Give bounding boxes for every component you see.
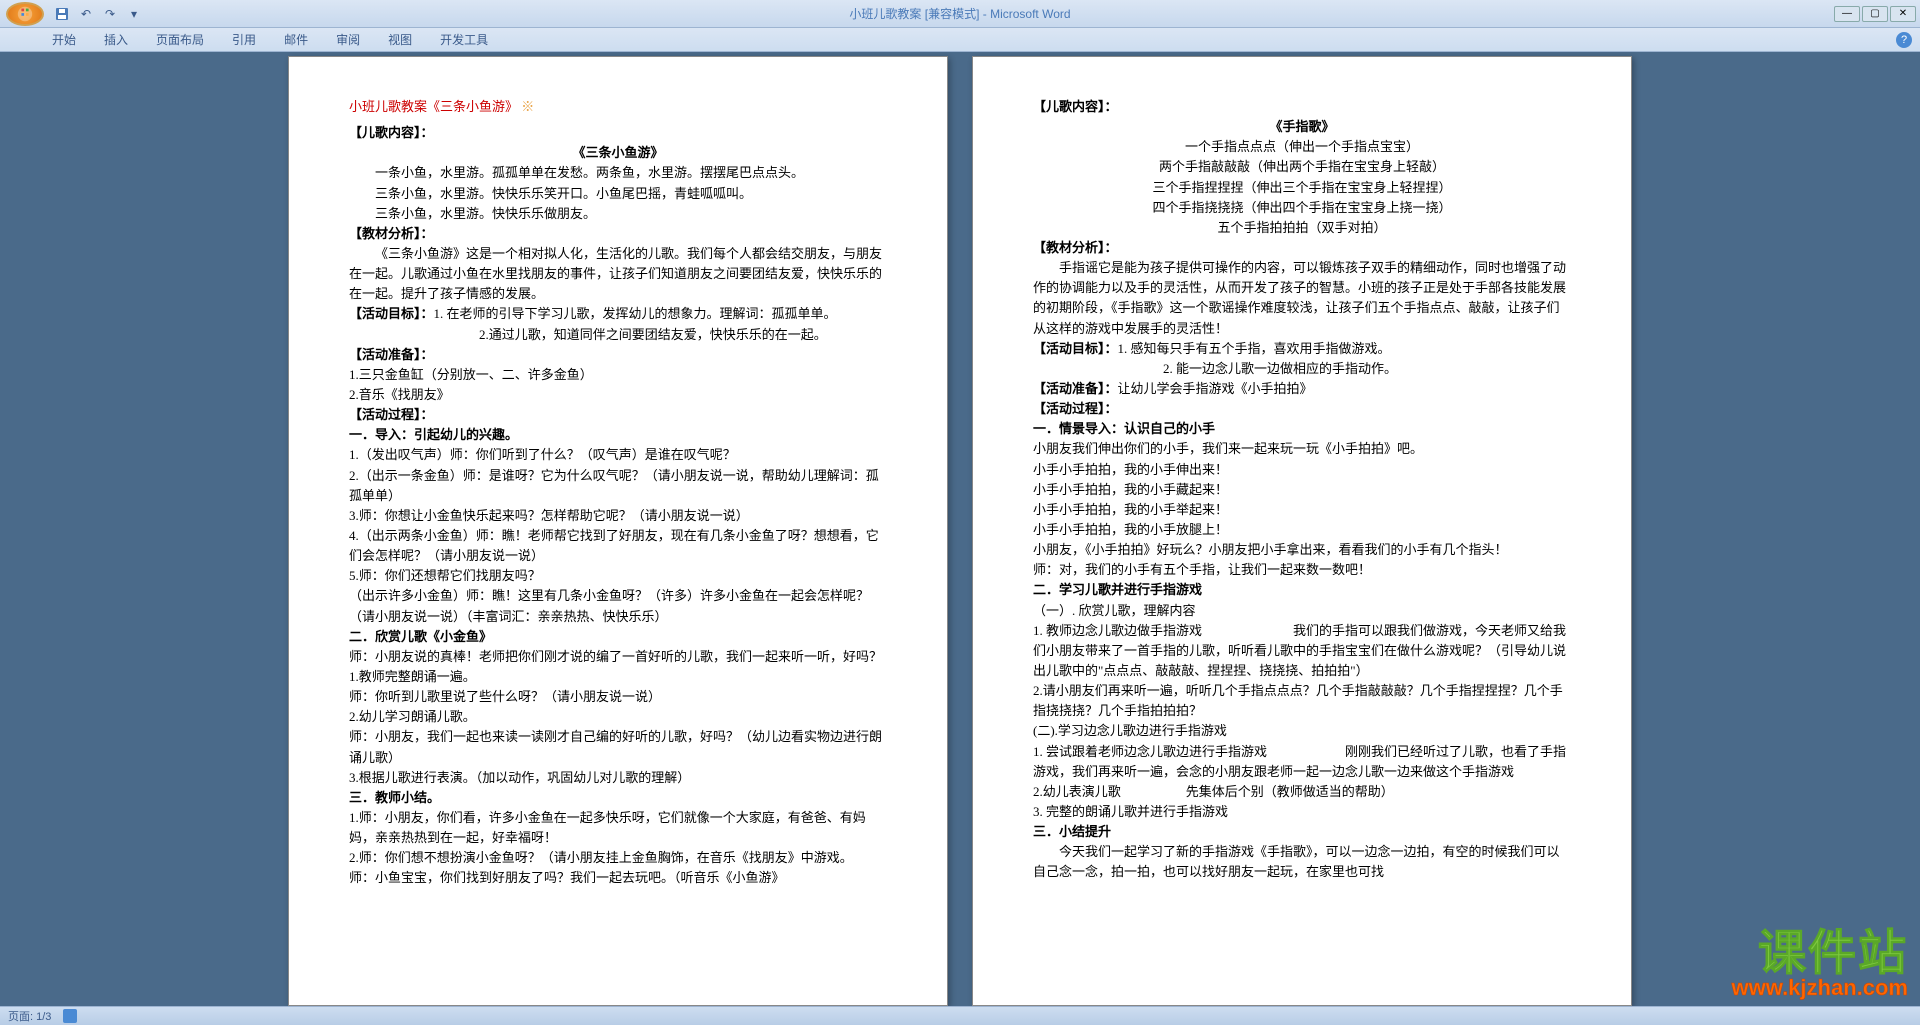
body-text: 3. 完整的朗诵儿歌并进行手指游戏 (1033, 802, 1571, 822)
redo-icon[interactable]: ↷ (102, 6, 118, 22)
body-text: 今天我们一起学习了新的手指游戏《手指歌》，可以一边念一边拍，有空的时候我们可以自… (1033, 842, 1571, 882)
window-title: 小班儿歌教案 [兼容模式] - Microsoft Word (849, 5, 1070, 22)
body-text: （出示许多小金鱼）师：瞧！这里有几条小金鱼呀？（许多）许多小金鱼在一起会怎样呢？… (349, 586, 887, 626)
body-text: 两个手指敲敲敲（伸出两个手指在宝宝身上轻敲） (1033, 157, 1571, 177)
subsection-header: 二．欣赏儿歌《小金鱼》 (349, 627, 887, 647)
tab-review[interactable]: 审阅 (324, 28, 372, 51)
tab-home[interactable]: 开始 (40, 28, 88, 51)
body-text: 小朋友我们伸出你们的小手，我们来一起来玩一玩《小手拍拍》吧。 (1033, 439, 1571, 459)
section-header: 【教材分析】： (349, 224, 887, 244)
body-text: 三条小鱼，水里游。快快乐乐做朋友。 (349, 204, 887, 224)
body-text: 1.三只金鱼缸（分别放一、二、许多金鱼） (349, 365, 887, 385)
save-icon[interactable] (54, 6, 70, 22)
statusbar: 页面: 1/3 (0, 1006, 1920, 1025)
body-text: 五个手指拍拍拍（双手对拍） (1033, 218, 1571, 238)
body-text: 1. 尝试跟着老师边念儿歌边进行手指游戏 刚刚我们已经听过了儿歌，也看了手指游戏… (1033, 742, 1571, 782)
body-text: 1. 在老师的引导下学习儿歌，发挥幼儿的想象力。理解词：孤孤单单。 (434, 306, 837, 321)
body-text: （一）. 欣赏儿歌，理解内容 (1033, 601, 1571, 621)
body-text: 小手小手拍拍，我的小手藏起来！ (1033, 480, 1571, 500)
help-icon[interactable]: ? (1896, 32, 1912, 48)
body-text: 师：小朋友，我们一起也来读一读刚才自己编的好听的儿歌，好吗？（幼儿边看实物边进行… (349, 727, 887, 767)
body-text: 师：你听到儿歌里说了些什么呀？（请小朋友说一说） (349, 687, 887, 707)
minimize-button[interactable]: — (1834, 6, 1860, 22)
body-text: 小手小手拍拍，我的小手伸出来！ (1033, 460, 1571, 480)
body-text: 2.师：你们想不想扮演小金鱼呀？（请小朋友挂上金鱼胸饰，在音乐《找朋友》中游戏。 (349, 848, 887, 868)
section-header: 【活动目标】： (349, 306, 434, 321)
body-text: 2.通过儿歌，知道同伴之间要团结友爱，快快乐乐的在一起。 (349, 325, 887, 345)
tab-references[interactable]: 引用 (220, 28, 268, 51)
body-text: (二).学习边念儿歌边进行手指游戏 (1033, 721, 1571, 741)
section-header: 【儿歌内容】： (1033, 97, 1571, 117)
section-header: 【活动过程】： (1033, 399, 1571, 419)
body-text: 2.幼儿学习朗诵儿歌。 (349, 707, 887, 727)
tab-view[interactable]: 视图 (376, 28, 424, 51)
tab-developer[interactable]: 开发工具 (428, 28, 500, 51)
section-header: 【儿歌内容】： (349, 123, 887, 143)
document-title: 小班儿歌教案《三条小鱼游》 (349, 97, 887, 117)
ribbon-tabs: 开始 插入 页面布局 引用 邮件 审阅 视图 开发工具 ? (0, 28, 1920, 52)
undo-icon[interactable]: ↶ (78, 6, 94, 22)
section-header: 【活动准备】： (349, 345, 887, 365)
body-text: 一个手指点点点（伸出一个手指点宝宝） (1033, 137, 1571, 157)
body-text: 1. 感知每只手有五个手指，喜欢用手指做游戏。 (1118, 341, 1391, 356)
tab-mailings[interactable]: 邮件 (272, 28, 320, 51)
document-area[interactable]: 小班儿歌教案《三条小鱼游》 【儿歌内容】： 《三条小鱼游》 一条小鱼，水里游。孤… (0, 52, 1920, 1006)
window-controls: — ▢ ✕ (1834, 6, 1916, 22)
subsection-header: 一．导入：引起幼儿的兴趣。 (349, 425, 887, 445)
section-header: 【活动目标】： (1033, 341, 1118, 356)
body-text: 一条小鱼，水里游。孤孤单单在发愁。两条鱼，水里游。摆摆尾巴点点头。 (349, 163, 887, 183)
office-button[interactable] (6, 2, 44, 26)
body-text: 3.根据儿歌进行表演。（加以动作，巩固幼儿对儿歌的理解） (349, 768, 887, 788)
body-text: 1.师：小朋友，你们看，许多小金鱼在一起多快乐呀，它们就像一个大家庭，有爸爸、有… (349, 808, 887, 848)
body-text: 手指谣它是能为孩子提供可操作的内容，可以锻炼孩子双手的精细动作，同时也增强了动作… (1033, 258, 1571, 339)
body-text: 三条小鱼，水里游。快快乐乐笑开口。小鱼尾巴摇，青蛙呱呱叫。 (349, 184, 887, 204)
quick-access-toolbar: ↶ ↷ ▾ (54, 6, 142, 22)
page-2: 【儿歌内容】： 《手指歌》 一个手指点点点（伸出一个手指点宝宝） 两个手指敲敲敲… (972, 56, 1632, 1006)
body-text: 2.（出示一条金鱼）师：是谁呀？它为什么叹气呢？（请小朋友说一说，帮助幼儿理解词… (349, 466, 887, 506)
titlebar: ↶ ↷ ▾ 小班儿歌教案 [兼容模式] - Microsoft Word — ▢… (0, 0, 1920, 28)
body-text: 2.音乐《找朋友》 (349, 385, 887, 405)
song-title: 《手指歌》 (1033, 117, 1571, 137)
body-text: 4.（出示两条小金鱼）师：瞧！老师帮它找到了好朋友，现在有几条小金鱼了呀？想想看… (349, 526, 887, 566)
body-text: 师：小朋友说的真棒！老师把你们刚才说的编了一首好听的儿歌，我们一起来听一听，好吗… (349, 647, 887, 667)
body-text: 1.教师完整朗诵一遍。 (349, 667, 887, 687)
page-indicator[interactable]: 页面: 1/3 (8, 1008, 51, 1024)
body-text: 小手小手拍拍，我的小手举起来！ (1033, 500, 1571, 520)
body-text: 2.幼儿表演儿歌 先集体后个别（教师做适当的帮助） (1033, 782, 1571, 802)
tab-page-layout[interactable]: 页面布局 (144, 28, 216, 51)
tab-insert[interactable]: 插入 (92, 28, 140, 51)
maximize-button[interactable]: ▢ (1862, 6, 1888, 22)
qat-dropdown-icon[interactable]: ▾ (126, 6, 142, 22)
body-text: 让幼儿学会手指游戏《小手拍拍》 (1118, 381, 1313, 396)
subsection-header: 三．教师小结。 (349, 788, 887, 808)
subsection-header: 三．小结提升 (1033, 822, 1571, 842)
section-header: 【活动过程】： (349, 405, 887, 425)
song-title: 《三条小鱼游》 (349, 143, 887, 163)
body-text: 三个手指捏捏捏（伸出三个手指在宝宝身上轻捏捏） (1033, 178, 1571, 198)
body-text: 1.（发出叹气声）师：你们听到了什么？（叹气声）是谁在叹气呢？ (349, 445, 887, 465)
section-header: 【活动准备】： (1033, 381, 1118, 396)
language-icon[interactable] (63, 1009, 77, 1023)
body-text: 师：对，我们的小手有五个手指，让我们一起来数一数吧！ (1033, 560, 1571, 580)
body-text: 2. 能一边念儿歌一边做相应的手指动作。 (1033, 359, 1571, 379)
body-text: 2.请小朋友们再来听一遍，听听几个手指点点点？几个手指敲敲敲？几个手指捏捏捏？几… (1033, 681, 1571, 721)
section-header: 【教材分析】： (1033, 238, 1571, 258)
subsection-header: 二．学习儿歌并进行手指游戏 (1033, 580, 1571, 600)
body-text: 1. 教师边念儿歌边做手指游戏 我们的手指可以跟我们做游戏，今天老师又给我们小朋… (1033, 621, 1571, 681)
body-text: 小朋友，《小手拍拍》好玩么？小朋友把小手拿出来，看看我们的小手有几个指头！ (1033, 540, 1571, 560)
body-text: 5.师：你们还想帮它们找朋友吗？ (349, 566, 887, 586)
body-text: 3.师：你想让小金鱼快乐起来吗？怎样帮助它呢？（请小朋友说一说） (349, 506, 887, 526)
page-1: 小班儿歌教案《三条小鱼游》 【儿歌内容】： 《三条小鱼游》 一条小鱼，水里游。孤… (288, 56, 948, 1006)
body-text: 师：小鱼宝宝，你们找到好朋友了吗？我们一起去玩吧。（听音乐《小鱼游》 (349, 868, 887, 888)
close-button[interactable]: ✕ (1890, 6, 1916, 22)
body-text: 《三条小鱼游》这是一个相对拟人化，生活化的儿歌。我们每个人都会结交朋友，与朋友在… (349, 244, 887, 304)
body-text: 四个手指挠挠挠（伸出四个手指在宝宝身上挠一挠） (1033, 198, 1571, 218)
subsection-header: 一．情景导入：认识自己的小手 (1033, 419, 1571, 439)
body-text: 小手小手拍拍，我的小手放腿上！ (1033, 520, 1571, 540)
